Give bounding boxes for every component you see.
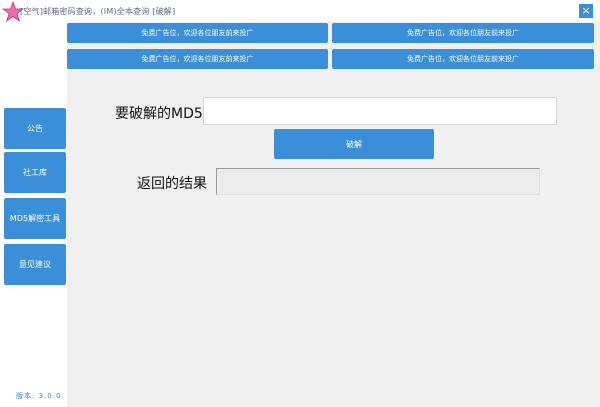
ad-banner-1[interactable]: 免费广告位，欢迎各位朋友前来投广 (67, 23, 328, 43)
sidebar-item-feedback[interactable]: 意见建议 (4, 244, 66, 285)
crack-button[interactable]: 破解 (274, 129, 434, 159)
window-title: [空气]邮箱密码查询，(IM)全本查询 [破解] (20, 7, 176, 16)
sidebar-item-md5-tool[interactable]: MD5解密工具 (4, 198, 66, 239)
sidebar-item-social-db[interactable]: 社工库 (4, 152, 66, 193)
md5-label: 要破解的MD5 (115, 106, 203, 122)
result-label: 返回的结果 (137, 176, 207, 192)
app-window: [空气]邮箱密码查询，(IM)全本查询 [破解] × 公告 社工库 MD5解密工… (0, 0, 600, 407)
sidebar-item-announcement[interactable]: 公告 (4, 108, 66, 149)
result-field[interactable] (216, 168, 540, 195)
md5-input[interactable] (203, 97, 557, 125)
close-button[interactable]: × (579, 4, 593, 18)
version-label: 版本: 3.0.0 (16, 392, 62, 400)
ad-banner-3[interactable]: 免费广告位，欢迎各位朋友前来投广 (67, 49, 328, 69)
ad-banner-2[interactable]: 免费广告位，欢迎各位朋友前来投广 (332, 23, 594, 43)
title-bar: [空气]邮箱密码查询，(IM)全本查询 [破解] × (0, 0, 600, 23)
ad-banner-4[interactable]: 免费广告位，欢迎各位朋友前来投广 (332, 49, 594, 69)
